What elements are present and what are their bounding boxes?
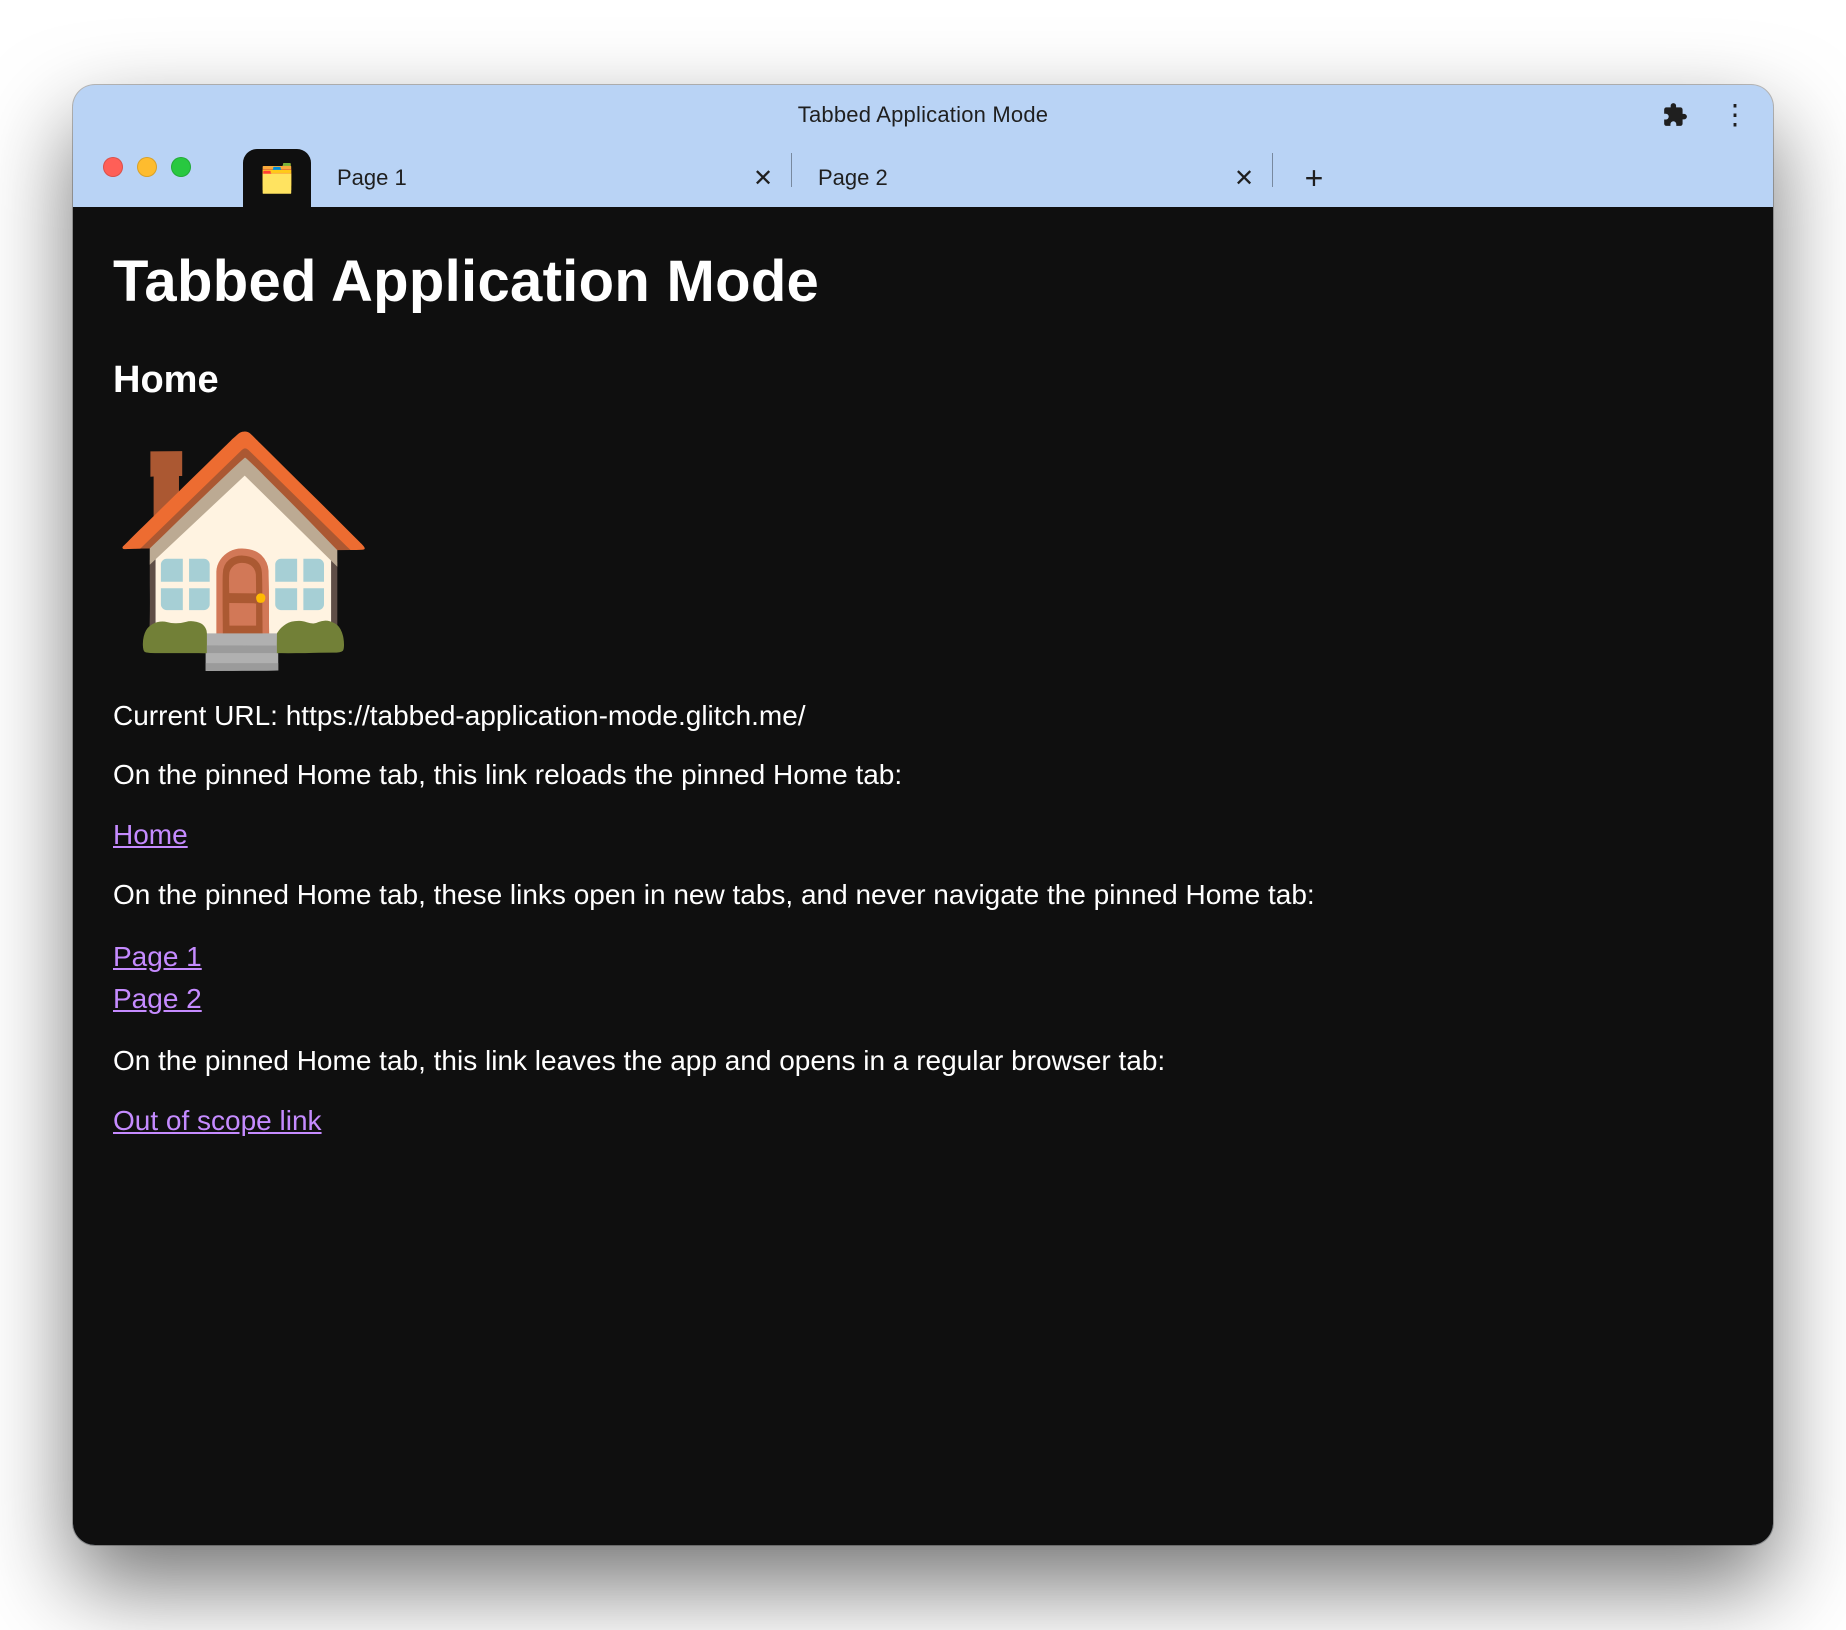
tab-page-1[interactable]: Page 1 ✕: [311, 149, 791, 207]
page-subtitle: Home: [113, 355, 1733, 406]
para-newtabs: On the pinned Home tab, these links open…: [113, 876, 1733, 914]
more-menu-icon[interactable]: [1719, 99, 1751, 131]
tab-label: Page 2: [818, 165, 888, 191]
para-leave: On the pinned Home tab, this link leaves…: [113, 1042, 1733, 1080]
window-title: Tabbed Application Mode: [798, 102, 1048, 128]
current-url-line: Current URL: https://tabbed-application-…: [113, 697, 1733, 735]
house-icon: 🏠: [107, 437, 381, 657]
window-minimize-button[interactable]: [137, 157, 157, 177]
page-content: Tabbed Application Mode Home 🏠 Current U…: [73, 207, 1773, 1545]
extensions-icon[interactable]: [1659, 99, 1691, 131]
para-reload: On the pinned Home tab, this link reload…: [113, 756, 1733, 794]
window-traffic-lights: [103, 157, 191, 177]
window-maximize-button[interactable]: [171, 157, 191, 177]
link-page-2[interactable]: Page 2: [113, 978, 202, 1020]
pinned-home-tab[interactable]: 🗂️: [243, 149, 311, 207]
tab-divider: [1272, 153, 1273, 187]
tab-strip: 🗂️ Page 1 ✕ Page 2 ✕ +: [73, 145, 1773, 207]
tab-label: Page 1: [337, 165, 407, 191]
link-page-1[interactable]: Page 1: [113, 936, 202, 978]
close-tab-icon[interactable]: ✕: [1230, 164, 1258, 192]
app-window: Tabbed Application Mode 🗂️ Page 1 ✕ Page…: [73, 85, 1773, 1545]
link-home[interactable]: Home: [113, 819, 188, 850]
title-bar: Tabbed Application Mode: [73, 85, 1773, 145]
link-out-of-scope[interactable]: Out of scope link: [113, 1105, 322, 1136]
current-url-value: https://tabbed-application-mode.glitch.m…: [286, 700, 806, 731]
window-close-button[interactable]: [103, 157, 123, 177]
pinned-tab-icon: 🗂️: [260, 162, 295, 195]
page-title: Tabbed Application Mode: [113, 243, 1733, 321]
close-tab-icon[interactable]: ✕: [749, 164, 777, 192]
tab-page-2[interactable]: Page 2 ✕: [792, 149, 1272, 207]
new-tab-button[interactable]: +: [1291, 155, 1337, 201]
current-url-label: Current URL:: [113, 700, 286, 731]
